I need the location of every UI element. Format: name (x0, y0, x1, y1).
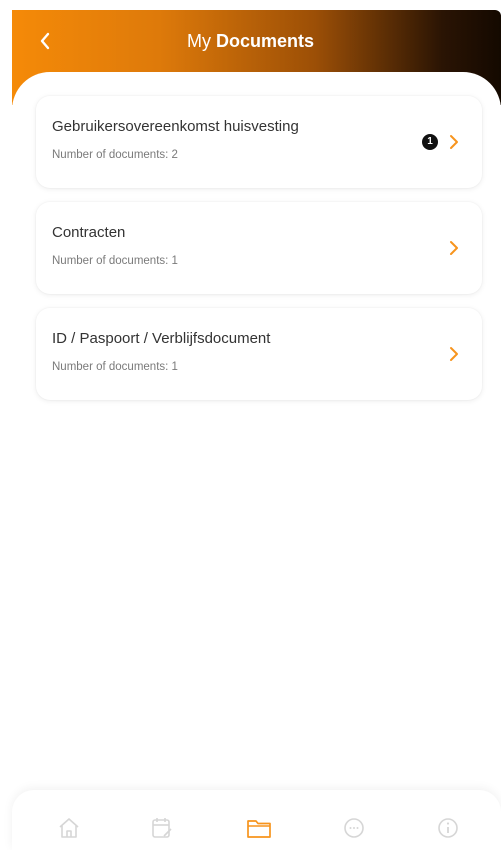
chevron-right-icon (450, 347, 458, 361)
category-document-count: Number of documents: 2 (52, 149, 178, 161)
chevron-right-icon (450, 241, 458, 255)
category-title: ID / Paspoort / Verblijfsdocument (52, 330, 271, 347)
category-title: Gebruikersovereenkomst huisvesting (52, 118, 299, 135)
page-title-bold: Documents (216, 31, 315, 51)
document-category-card[interactable]: ID / Paspoort / Verblijfsdocument Number… (36, 308, 482, 400)
unread-badge: 1 (422, 134, 438, 150)
document-category-card[interactable]: Gebruikersovereenkomst huisvesting Numbe… (36, 96, 482, 188)
calendar-edit-icon (152, 818, 172, 838)
category-document-count: Number of documents: 1 (52, 255, 178, 267)
bottom-navigation (12, 790, 501, 850)
folder-icon (247, 820, 271, 838)
category-title: Contracten (52, 224, 126, 241)
info-icon (438, 818, 458, 838)
page-title-prefix: My (186, 31, 211, 51)
chevron-right-icon (450, 135, 458, 149)
home-icon (59, 818, 79, 838)
chat-icon (344, 818, 364, 838)
document-category-card[interactable]: Contracten Number of documents: 1 (36, 202, 482, 294)
page-title: My Documents (0, 30, 501, 52)
category-document-count: Number of documents: 1 (52, 361, 178, 373)
